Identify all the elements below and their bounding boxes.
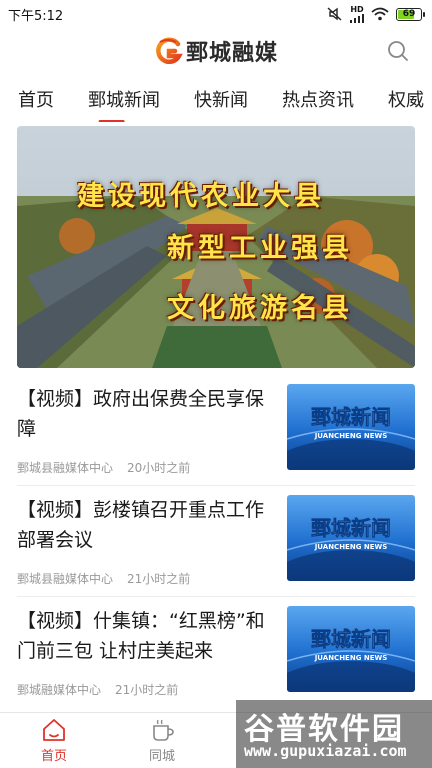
news-title: 【视频】什集镇：“红黑榜”和门前三包 让村庄美起来: [17, 610, 265, 662]
news-thumbnail-graphic: 鄄城新闻 JUANCHENG NEWS: [287, 384, 415, 470]
wifi-icon: [371, 7, 389, 21]
thumb-title: 鄄城新闻: [311, 516, 391, 540]
app-logo: 鄄城融媒: [154, 35, 278, 67]
news-thumbnail: 鄄城新闻 JUANCHENG NEWS: [287, 384, 415, 470]
news-time: 21小时之前: [115, 683, 179, 697]
watermark: 谷普软件园 www.gupuxiazai.com: [236, 700, 432, 768]
news-time: 20小时之前: [127, 461, 191, 475]
news-meta: 鄄城县融媒体中心 21小时之前: [17, 570, 190, 587]
nav-home-label: 首页: [40, 748, 67, 764]
divider: [17, 485, 415, 486]
news-title: 【视频】政府出保费全民享保障: [17, 388, 265, 440]
nav-local-label: 同城: [148, 748, 175, 764]
mute-icon: [327, 7, 342, 21]
logo-mark-icon: [156, 37, 183, 64]
coffee-cup-icon: [153, 719, 174, 741]
news-title: 【视频】彭楼镇召开重点工作部署会议: [17, 499, 265, 551]
tab-juancheng-news[interactable]: 鄄城新闻: [54, 83, 160, 119]
status-time: 下午5:12: [8, 8, 64, 24]
divider: [17, 596, 415, 597]
news-item[interactable]: 【视频】彭楼镇召开重点工作部署会议 鄄城县融媒体中心 21小时之前 鄄城新闻 J…: [17, 495, 415, 595]
watermark-url: www.gupuxiazai.com: [244, 742, 407, 760]
news-source: 鄄城融媒体中心: [17, 683, 102, 697]
banner-slogan-line-1: 建设现代农业大县: [77, 181, 325, 212]
banner-slogan-line-3: 文化旅游名县: [167, 293, 353, 324]
thumb-subtitle: JUANCHENG NEWS: [314, 432, 388, 440]
home-icon: [43, 718, 65, 741]
status-bar: 下午5:12 HD 69: [0, 0, 432, 28]
category-tabs: 首页 鄄城新闻 快新闻 热点资讯 权威: [0, 80, 432, 122]
news-source: 鄄城县融媒体中心: [17, 461, 114, 475]
tab-hot-news[interactable]: 热点资讯: [248, 83, 354, 119]
app-title: 鄄城融媒: [185, 40, 278, 66]
news-thumbnail-graphic: 鄄城新闻 JUANCHENG NEWS: [287, 606, 415, 692]
signal-icon: [350, 13, 364, 23]
news-item[interactable]: 【视频】什集镇：“红黑榜”和门前三包 让村庄美起来 鄄城融媒体中心 21小时之前…: [17, 606, 415, 706]
app-header: 鄄城融媒: [0, 28, 432, 74]
thumb-subtitle: JUANCHENG NEWS: [314, 654, 388, 662]
nav-home[interactable]: 首页: [0, 713, 108, 768]
thumb-title: 鄄城新闻: [311, 405, 391, 429]
banner-slogans: 建设现代农业大县 新型工业强县 文化旅游名县: [17, 126, 415, 368]
thumb-title: 鄄城新闻: [311, 627, 391, 651]
status-icons: HD 69: [327, 5, 425, 23]
tab-authority[interactable]: 权威: [354, 83, 424, 119]
news-source: 鄄城县融媒体中心: [17, 572, 114, 586]
news-meta: 鄄城县融媒体中心 20小时之前: [17, 459, 190, 476]
news-thumbnail: 鄄城新闻 JUANCHENG NEWS: [287, 606, 415, 692]
network-type-label: HD: [350, 5, 364, 23]
thumb-subtitle: JUANCHENG NEWS: [314, 543, 388, 551]
banner-slogan-line-2: 新型工业强县: [167, 233, 353, 264]
news-thumbnail: 鄄城新闻 JUANCHENG NEWS: [287, 495, 415, 581]
nav-local[interactable]: 同城: [108, 713, 216, 768]
news-thumbnail-graphic: 鄄城新闻 JUANCHENG NEWS: [287, 495, 415, 581]
news-meta: 鄄城融媒体中心 21小时之前: [17, 681, 178, 698]
tab-quick-news[interactable]: 快新闻: [160, 83, 248, 119]
featured-banner[interactable]: 建设现代农业大县 新型工业强县 文化旅游名县: [17, 126, 415, 368]
tab-home[interactable]: 首页: [0, 83, 54, 119]
news-item[interactable]: 【视频】政府出保费全民享保障 鄄城县融媒体中心 20小时之前 鄄城新闻 JUAN…: [17, 384, 415, 484]
search-icon[interactable]: [386, 39, 410, 63]
battery-icon: 69: [396, 7, 425, 21]
news-time: 21小时之前: [127, 572, 191, 586]
